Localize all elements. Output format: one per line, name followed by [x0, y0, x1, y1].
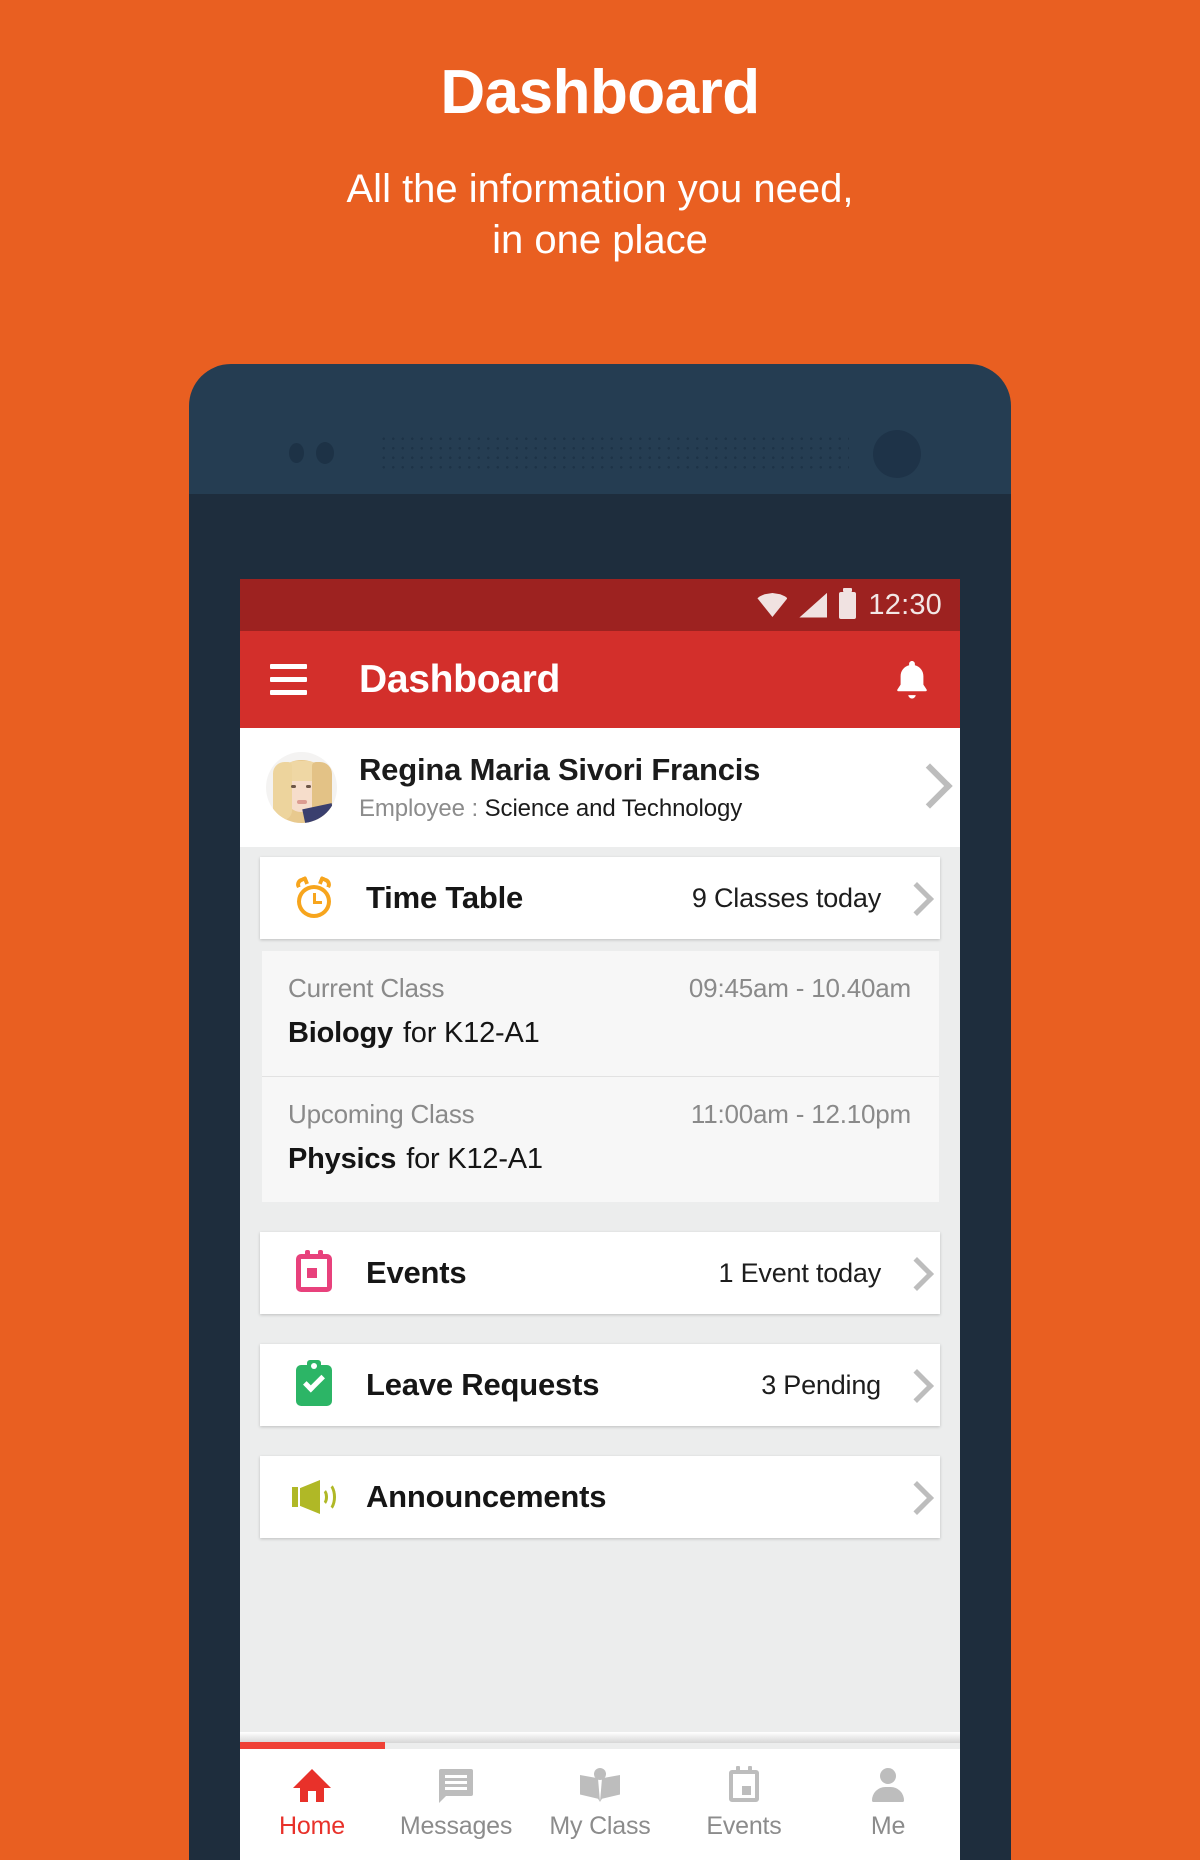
dashboard-content: Time Table 9 Classes today Current Class… — [240, 847, 960, 1538]
tab-home[interactable]: Home — [240, 1749, 384, 1860]
chevron-right-icon[interactable] — [905, 884, 920, 912]
chevron-right-icon[interactable] — [905, 1483, 920, 1511]
earpiece-speaker-grill — [379, 434, 849, 474]
alarm-clock-icon — [292, 875, 336, 918]
message-icon — [439, 1768, 473, 1803]
promo-header: Dashboard All the information you need, … — [0, 0, 1200, 266]
schedule-subject: Biology — [288, 1017, 393, 1049]
phone-upper-bezel — [189, 494, 1011, 582]
promo-title: Dashboard — [440, 58, 760, 127]
card-time-table[interactable]: Time Table 9 Classes today — [260, 857, 940, 939]
bottom-navigation-bar: Home Messages My Class Events Me — [240, 1749, 960, 1860]
person-icon — [871, 1768, 905, 1802]
chevron-right-icon[interactable] — [905, 1371, 920, 1399]
app-bar-title: Dashboard — [359, 657, 561, 701]
tab-me[interactable]: Me — [816, 1749, 960, 1860]
avatar — [266, 752, 337, 823]
wifi-icon — [757, 593, 788, 617]
home-icon — [293, 1768, 331, 1802]
battery-icon — [839, 587, 857, 619]
card-announcements[interactable]: Announcements — [260, 1456, 940, 1538]
tab-label: My Class — [549, 1812, 651, 1840]
schedule-row-upcoming[interactable]: Upcoming Class 11:00am - 12.10pm Physics… — [262, 1076, 939, 1202]
tab-events[interactable]: Events — [672, 1749, 816, 1860]
schedule-time: 09:45am - 10.40am — [688, 973, 911, 1003]
schedule-subject: Physics — [288, 1143, 397, 1175]
megaphone-icon — [292, 1479, 336, 1515]
profile-role-label: Employee : — [359, 795, 479, 822]
status-bar: 12:30 — [240, 579, 960, 631]
phone-top-bezel — [189, 364, 1011, 494]
phone-mockup: 12:30 Dashboard Regina Maria Sivori Fran… — [189, 364, 1011, 1860]
tab-my-class[interactable]: My Class — [528, 1749, 672, 1860]
card-title: Announcements — [366, 1479, 607, 1514]
card-meta: 9 Classes today — [691, 882, 881, 913]
card-title: Events — [366, 1255, 467, 1290]
card-meta: 3 Pending — [761, 1369, 881, 1400]
schedule-label: Current Class — [288, 973, 445, 1003]
chevron-right-icon[interactable] — [905, 1259, 920, 1287]
tab-label: Home — [279, 1812, 345, 1840]
promo-subtitle-line2: in one place — [492, 218, 708, 263]
app-bar: Dashboard — [240, 631, 960, 728]
schedule-row-current[interactable]: Current Class 09:45am - 10.40am Biology f… — [262, 951, 939, 1076]
calendar-icon — [292, 1250, 336, 1292]
phone-screen: 12:30 Dashboard Regina Maria Sivori Fran… — [240, 579, 960, 1860]
front-camera — [873, 430, 921, 478]
card-meta: 1 Event today — [718, 1257, 881, 1288]
schedule-time: 11:00am - 12.10pm — [690, 1099, 911, 1129]
promo-subtitle-line1: All the information you need, — [346, 167, 854, 211]
chevron-right-icon[interactable] — [914, 770, 938, 806]
open-book-icon — [580, 1768, 620, 1802]
card-leave-requests[interactable]: Leave Requests 3 Pending — [260, 1344, 940, 1426]
tab-label: Messages — [399, 1812, 513, 1840]
profile-name: Regina Maria Sivori Francis — [359, 752, 761, 787]
profile-row[interactable]: Regina Maria Sivori Francis Employee : S… — [240, 728, 960, 847]
calendar-icon — [729, 1766, 759, 1802]
schedule-label: Upcoming Class — [288, 1099, 475, 1129]
signal-icon — [799, 592, 828, 618]
schedule-panel: Current Class 09:45am - 10.40am Biology f… — [262, 951, 939, 1202]
sensor-dots — [289, 442, 334, 464]
schedule-class: for K12-A1 — [402, 1017, 540, 1049]
status-bar-time: 12:30 — [868, 588, 942, 621]
tab-label: Me — [870, 1812, 906, 1840]
card-title: Leave Requests — [366, 1367, 600, 1402]
card-title: Time Table — [366, 880, 524, 915]
tab-messages[interactable]: Messages — [384, 1749, 528, 1860]
hamburger-menu-icon[interactable] — [270, 664, 307, 695]
schedule-class: for K12-A1 — [406, 1143, 543, 1175]
bell-icon[interactable] — [890, 656, 934, 704]
clipboard-check-icon — [292, 1359, 336, 1406]
card-events[interactable]: Events 1 Event today — [260, 1232, 940, 1314]
profile-role-value: Science and Technology — [484, 795, 743, 822]
tab-label: Events — [706, 1812, 782, 1840]
active-tab-indicator — [240, 1742, 385, 1749]
